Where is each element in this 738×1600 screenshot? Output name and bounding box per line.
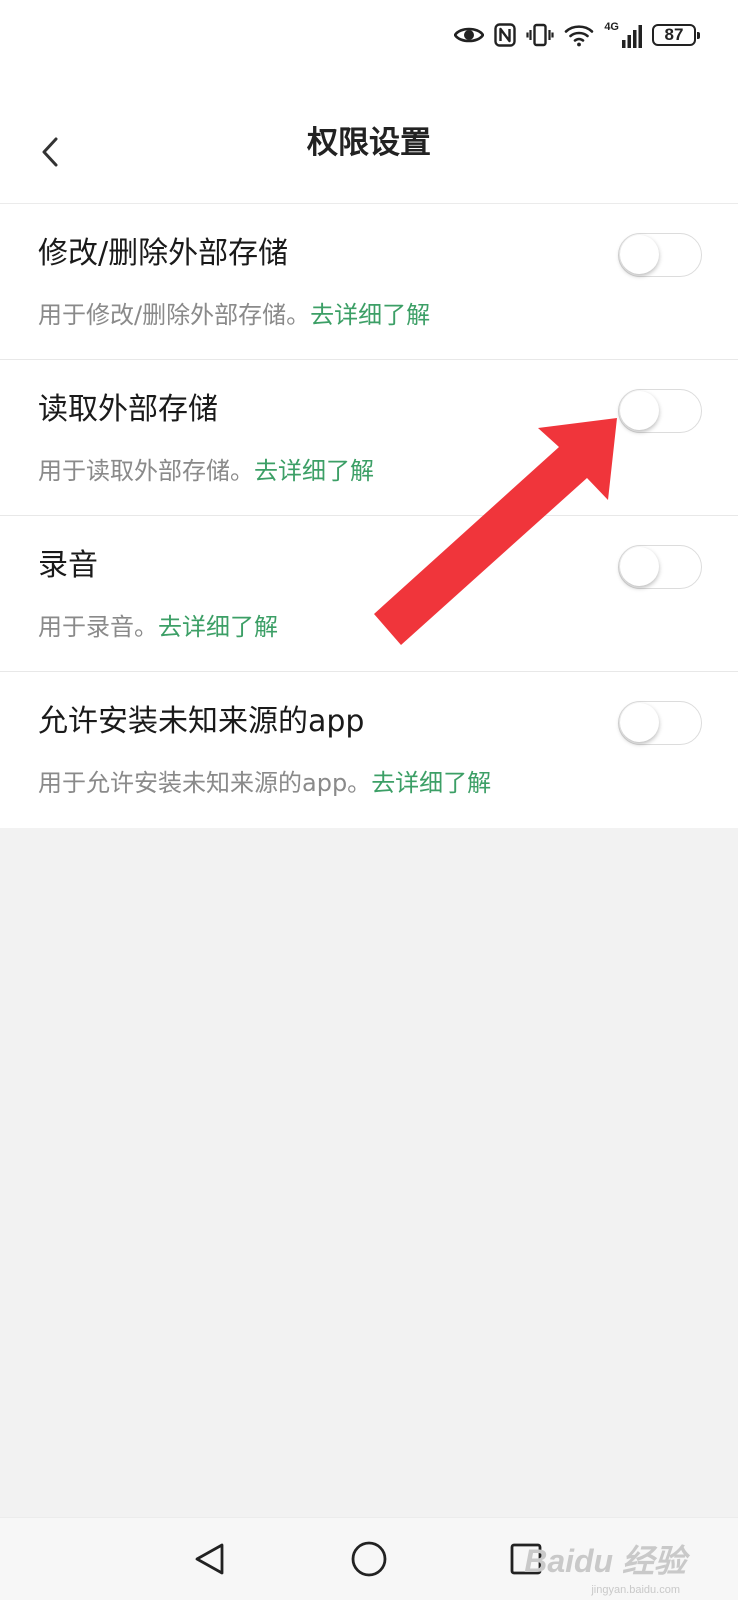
baidu-watermark: Baidu 经验: [524, 1543, 686, 1579]
cellular-signal-icon: 4G: [604, 22, 642, 48]
permission-toggle-read-storage[interactable]: [618, 389, 702, 433]
learn-more-link[interactable]: 去详细了解: [371, 769, 491, 797]
permission-title: 修改/删除外部存储: [38, 236, 289, 271]
nfc-icon: [494, 23, 517, 47]
status-icons: 4G 87: [454, 20, 700, 50]
permission-list: 修改/删除外部存储 用于修改/删除外部存储。去详细了解 读取外部存储 用于读取外…: [0, 204, 738, 828]
permission-description: 用于读取外部存储。去详细了解: [38, 454, 374, 488]
wifi-icon: [564, 23, 594, 47]
toggle-knob: [620, 391, 659, 430]
page-title: 权限设置: [307, 125, 431, 161]
permission-title: 允许安装未知来源的app: [38, 704, 365, 739]
permission-description-text: 用于录音。: [38, 613, 158, 641]
eye-icon: [454, 25, 485, 45]
nav-home-button[interactable]: [345, 1535, 393, 1583]
permission-description: 用于修改/删除外部存储。去详细了解: [38, 298, 430, 332]
permission-toggle-modify-delete-storage[interactable]: [618, 233, 702, 277]
permission-toggle-record-audio[interactable]: [618, 545, 702, 589]
battery-level: 87: [664, 25, 684, 44]
header: 权限设置: [0, 100, 738, 204]
learn-more-link[interactable]: 去详细了解: [158, 613, 278, 641]
nav-back-button[interactable]: [186, 1535, 234, 1583]
toggle-knob: [620, 547, 659, 586]
permission-title: 读取外部存储: [38, 392, 218, 427]
toggle-knob: [620, 235, 659, 274]
permission-toggle-install-unknown-apps[interactable]: [618, 701, 702, 745]
permission-description-text: 用于修改/删除外部存储。: [38, 301, 311, 329]
battery-icon: 87: [652, 24, 700, 46]
vibrate-icon: [526, 23, 554, 47]
network-type-label: 4G: [604, 21, 619, 33]
permission-description: 用于允许安装未知来源的app。去详细了解: [38, 766, 491, 800]
permission-item-modify-delete-storage: 修改/删除外部存储 用于修改/删除外部存储。去详细了解: [0, 204, 738, 360]
permission-description-text: 用于允许安装未知来源的app。: [38, 769, 372, 797]
status-bar: 4G 87: [0, 0, 738, 72]
permission-item-read-storage: 读取外部存储 用于读取外部存储。去详细了解: [0, 360, 738, 516]
learn-more-link[interactable]: 去详细了解: [254, 457, 374, 485]
permission-item-install-unknown-apps: 允许安装未知来源的app 用于允许安装未知来源的app。去详细了解: [0, 672, 738, 828]
permission-description: 用于录音。去详细了解: [38, 610, 278, 644]
baidu-watermark-url: jingyan.baidu.com: [591, 1584, 680, 1596]
permission-title: 录音: [38, 548, 98, 583]
permission-description-text: 用于读取外部存储。: [38, 457, 254, 485]
permission-item-record-audio: 录音 用于录音。去详细了解: [0, 516, 738, 672]
home-circle-icon: [351, 1541, 387, 1577]
learn-more-link[interactable]: 去详细了解: [310, 301, 430, 329]
navigation-bar: Baidu 经验 jingyan.baidu.com: [0, 1517, 738, 1600]
back-triangle-icon: [195, 1543, 224, 1575]
toggle-knob: [620, 703, 659, 742]
